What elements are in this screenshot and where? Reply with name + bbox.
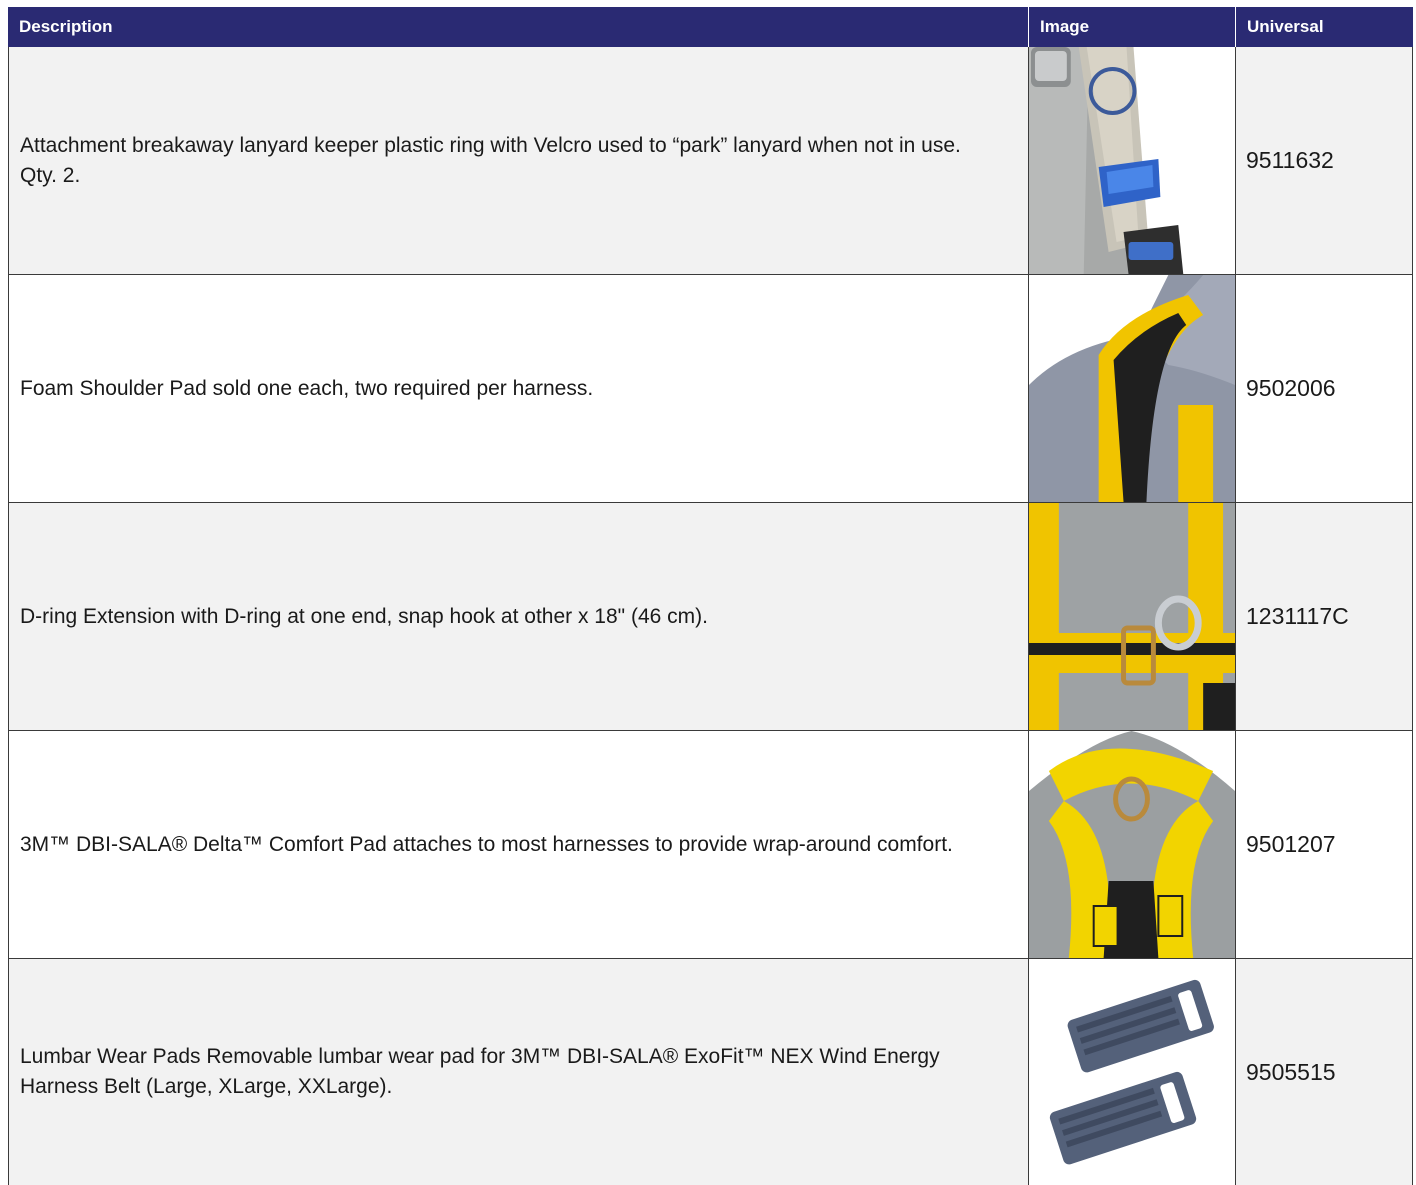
row-description: Attachment breakaway lanyard keeper plas… <box>8 47 1028 274</box>
table-row: Foam Shoulder Pad sold one each, two req… <box>8 275 1413 503</box>
header-image: Image <box>1028 7 1235 47</box>
table-header: Description Image Universal <box>8 7 1413 47</box>
row-description: D-ring Extension with D-ring at one end,… <box>8 503 1028 730</box>
table-body: Attachment breakaway lanyard keeper plas… <box>8 47 1413 1185</box>
row-universal: 9511632 <box>1235 47 1413 274</box>
row-description: Lumbar Wear Pads Removable lumbar wear p… <box>8 959 1028 1185</box>
row-universal: 9502006 <box>1235 275 1413 502</box>
table-row: Attachment breakaway lanyard keeper plas… <box>8 47 1413 275</box>
row-description: 3M™ DBI-SALA® Delta™ Comfort Pad attache… <box>8 731 1028 958</box>
lumbar-wear-pads-photo <box>1028 959 1235 1185</box>
table-row: 3M™ DBI-SALA® Delta™ Comfort Pad attache… <box>8 731 1413 959</box>
row-universal: 9501207 <box>1235 731 1413 958</box>
d-ring-extension-photo <box>1028 503 1235 730</box>
product-table: Description Image Universal Attachment b… <box>0 0 1416 1185</box>
row-universal: 9505515 <box>1235 959 1413 1185</box>
table-row: D-ring Extension with D-ring at one end,… <box>8 503 1413 731</box>
table-row: Lumbar Wear Pads Removable lumbar wear p… <box>8 959 1413 1185</box>
header-universal: Universal <box>1235 7 1413 47</box>
shoulder-pad-photo <box>1028 275 1235 502</box>
row-description: Foam Shoulder Pad sold one each, two req… <box>8 275 1028 502</box>
lanyard-keeper-photo <box>1028 47 1235 274</box>
row-universal: 1231117C <box>1235 503 1413 730</box>
header-description: Description <box>19 17 113 36</box>
comfort-pad-photo <box>1028 731 1235 958</box>
